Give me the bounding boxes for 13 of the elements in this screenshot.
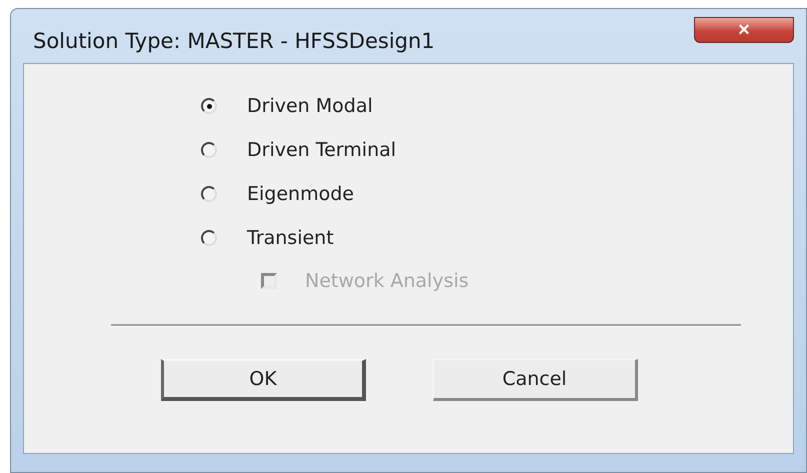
radio-button[interactable] [201,142,217,158]
checkbox-label: Network Analysis [305,270,469,292]
option-label: Driven Modal [247,95,373,117]
close-button[interactable]: × [694,17,794,43]
radio-button[interactable] [201,98,217,114]
window-title: Solution Type: MASTER - HFSSDesign1 [32,28,435,53]
option-label: Transient [247,227,334,249]
ok-button[interactable]: OK [161,359,366,401]
option-label: Eigenmode [247,183,354,205]
radio-button[interactable] [201,186,217,202]
cancel-button[interactable]: Cancel [433,359,638,401]
option-label: Driven Terminal [247,139,396,161]
radio-button[interactable] [201,230,217,246]
